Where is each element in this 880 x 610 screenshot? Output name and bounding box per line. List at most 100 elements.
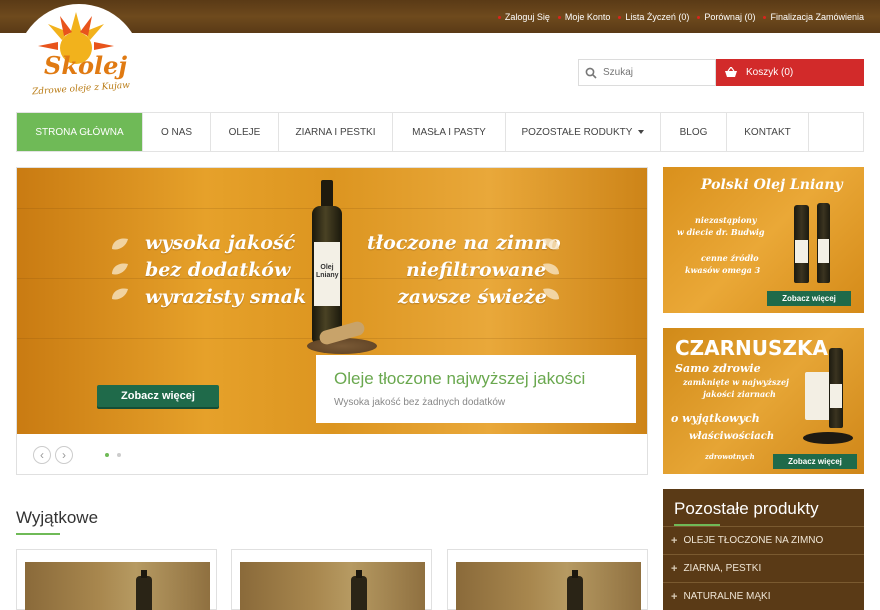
- bullet-icon: [557, 15, 561, 19]
- prev-arrow-icon[interactable]: ‹: [33, 446, 51, 464]
- title-underline: [674, 524, 720, 526]
- hero-slider: wysoka jakość bez dodatków wyrazisty sma…: [16, 167, 648, 475]
- checkout-link[interactable]: Finalizacja Zamówienia: [763, 12, 864, 22]
- nav-label: Blog: [679, 126, 708, 138]
- banner-cta-button[interactable]: Zobacz więcej: [767, 291, 851, 306]
- slide-caption: Oleje tłoczone najwyższej jakości Wysoka…: [316, 355, 636, 423]
- slide-phrase: niefiltrowane: [406, 259, 547, 281]
- nav-item-home[interactable]: Strona Główna: [17, 113, 143, 151]
- svg-text:Skolej: Skolej: [44, 51, 127, 80]
- nav-label: Ziarna i pestki: [295, 126, 376, 138]
- slide-phrase: bez dodatków: [145, 259, 291, 281]
- nav-item-oils[interactable]: Oleje: [211, 113, 279, 151]
- sidebar-item-label: Oleje tłoczone na zimno: [683, 535, 824, 546]
- banner-text: niezastąpiony: [695, 215, 757, 225]
- product-image: [240, 562, 425, 610]
- caption-subtitle: Wysoka jakość bez żadnych dodatków: [334, 397, 506, 408]
- banner-text: kwasów omega 3: [685, 265, 761, 275]
- banner-text: Samo zdrowie: [675, 362, 761, 375]
- bottle-image: [829, 348, 843, 428]
- account-links: Zaloguj Się Moje Konto Lista Życzeń (0) …: [497, 12, 864, 22]
- banner-text: o wyjątkowych: [671, 412, 760, 425]
- basket-icon: [725, 67, 737, 77]
- seed-pile-image: [307, 338, 377, 354]
- site-logo[interactable]: Skolej Zdrowe oleje z Kujaw: [16, 4, 142, 114]
- nav-item-blog[interactable]: Blog: [661, 113, 727, 151]
- bullet-icon: [618, 15, 622, 19]
- sidebar-item-label: Ziarna, pestki: [683, 563, 762, 574]
- search-icon[interactable]: [585, 67, 597, 79]
- slide-phrase: wysoka jakość: [145, 232, 296, 254]
- sidebar-item-label: Naturalne mąki: [683, 591, 771, 602]
- slide-cta-button[interactable]: Zobacz więcej: [97, 385, 219, 407]
- checkout-label: Finalizacja Zamówienia: [770, 12, 864, 22]
- panel-title: Pozostałe produkty: [674, 499, 819, 518]
- slide-phrase: zawsze świeże: [398, 286, 547, 308]
- chevron-down-icon: [638, 130, 645, 134]
- wishlist-link[interactable]: Lista Życzeń (0): [618, 12, 689, 22]
- banner-title: Polski Olej Lniany: [701, 177, 843, 193]
- bottle-image: [817, 203, 830, 283]
- sidebar-item-flours[interactable]: + Naturalne mąki: [663, 582, 864, 610]
- nav-label: Strona Główna: [35, 126, 124, 138]
- title-underline: [16, 533, 60, 535]
- pager-dot[interactable]: [117, 453, 121, 457]
- my-account-label: Moje Konto: [564, 12, 611, 22]
- nav-item-seeds[interactable]: Ziarna i pestki: [279, 113, 393, 151]
- hero-slide: wysoka jakość bez dodatków wyrazisty sma…: [17, 168, 647, 434]
- banner-text: zamknięte w najwyższej: [683, 377, 789, 387]
- banner-text: jakości ziarnach: [703, 389, 776, 399]
- product-image: [25, 562, 210, 610]
- leaf-icon: [112, 238, 128, 250]
- login-link-label: Zaloguj Się: [504, 12, 550, 22]
- main-nav: Strona Główna O nas Oleje Ziarna i pestk…: [16, 112, 864, 152]
- oil-bottle-image: Olej Lniany: [310, 180, 344, 342]
- pager-dot-active[interactable]: [105, 453, 109, 457]
- leaf-icon: [543, 238, 559, 250]
- nav-item-contact[interactable]: Kontakt: [727, 113, 809, 151]
- nav-item-butters[interactable]: Masła i pasty: [393, 113, 506, 151]
- wishlist-label: Lista Życzeń (0): [625, 12, 690, 22]
- product-image: [456, 562, 641, 610]
- leaf-icon: [112, 288, 128, 300]
- bottle-image: [794, 205, 809, 283]
- compare-link[interactable]: Porównaj (0): [697, 12, 755, 22]
- cart-button[interactable]: Koszyk (0): [716, 59, 864, 86]
- banner-text: właściwościach: [689, 431, 775, 442]
- nav-item-about[interactable]: O nas: [143, 113, 211, 151]
- leaf-icon: [112, 263, 128, 275]
- login-link[interactable]: Zaloguj Się: [497, 12, 550, 22]
- product-card[interactable]: [16, 549, 217, 610]
- nav-label: Kontakt: [744, 126, 791, 138]
- slide-phrase: tłoczone na zimno: [367, 232, 561, 254]
- plus-icon: +: [671, 562, 678, 575]
- flax-oil-banner[interactable]: Polski Olej Lniany niezastąpiony w dieci…: [663, 167, 864, 313]
- sidebar-item-seeds[interactable]: + Ziarna, pestki: [663, 554, 864, 582]
- bullet-icon: [497, 15, 501, 19]
- plus-icon: +: [671, 534, 678, 547]
- plus-icon: +: [671, 590, 678, 603]
- nav-label: Oleje: [228, 126, 261, 138]
- sidebar-item-cold-pressed-oils[interactable]: + Oleje tłoczone na zimno: [663, 526, 864, 554]
- nav-label: Masła i pasty: [412, 126, 486, 138]
- seed-pile-image: [803, 432, 853, 444]
- product-card[interactable]: [447, 549, 648, 610]
- caption-title: Oleje tłoczone najwyższej jakości: [334, 369, 586, 388]
- black-cumin-banner[interactable]: CZARNUSZKA Samo zdrowie zamknięte w najw…: [663, 328, 864, 474]
- slide-phrase: wyrazisty smak: [145, 286, 307, 308]
- bullet-icon: [763, 15, 767, 19]
- cart-label: Koszyk (0): [746, 67, 794, 78]
- my-account-link[interactable]: Moje Konto: [557, 12, 611, 22]
- sun-logo-icon: Skolej: [38, 12, 127, 80]
- bullet-icon: [697, 15, 701, 19]
- leaf-icon: [543, 263, 559, 275]
- bottle-label: Olej Lniany: [316, 264, 339, 279]
- product-card[interactable]: [231, 549, 432, 610]
- banner-text: w diecie dr. Budwig: [677, 227, 765, 237]
- banner-cta-button[interactable]: Zobacz więcej: [773, 454, 857, 469]
- banner-text: cenne źródło: [701, 253, 759, 263]
- next-arrow-icon[interactable]: ›: [55, 446, 73, 464]
- nav-label: O nas: [160, 126, 193, 138]
- nav-item-other-products[interactable]: Pozostałe rodukty: [506, 113, 661, 151]
- search-input[interactable]: [603, 67, 703, 78]
